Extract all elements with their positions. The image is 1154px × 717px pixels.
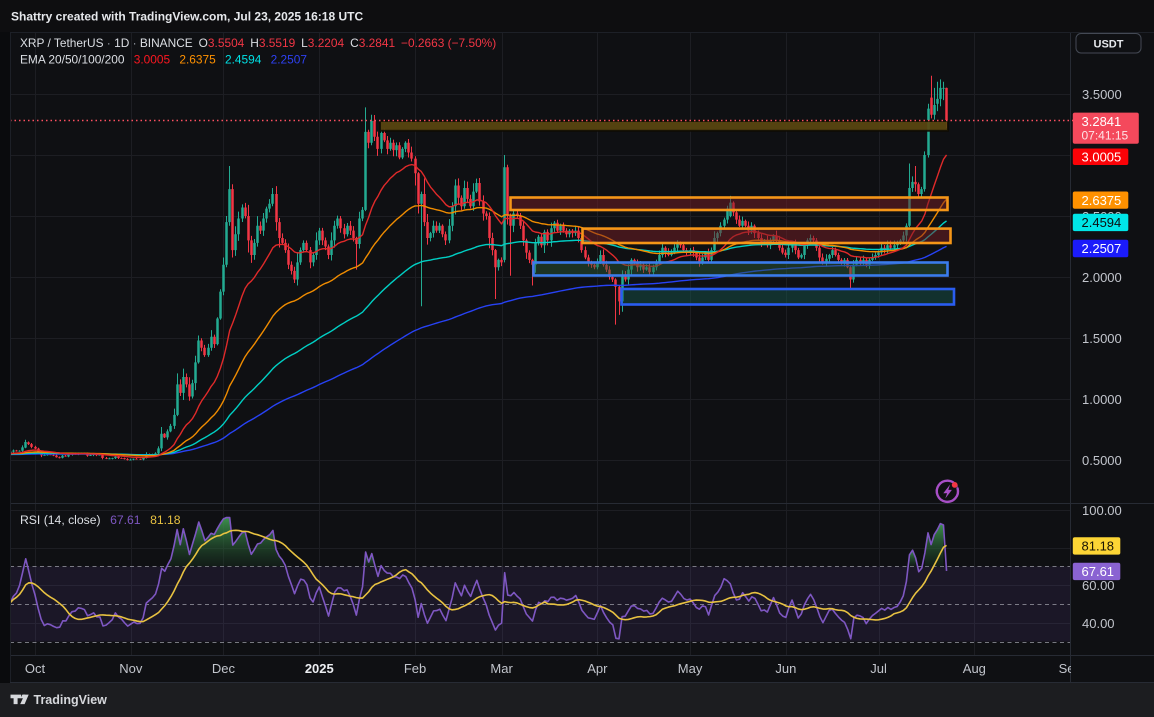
svg-text:3.0005: 3.0005 (1082, 149, 1122, 164)
svg-text:Feb: Feb (404, 661, 426, 676)
svg-text:Mar: Mar (490, 661, 513, 676)
svg-text:Jul: Jul (870, 661, 887, 676)
svg-text:3.5000: 3.5000 (1082, 87, 1122, 102)
svg-text:Shattry created with TradingVi: Shattry created with TradingView.com, Ju… (11, 10, 363, 24)
svg-text:0.5000: 0.5000 (1082, 453, 1122, 468)
svg-text:2.0000: 2.0000 (1082, 270, 1122, 285)
svg-text:Dec: Dec (212, 661, 236, 676)
svg-text:Jun: Jun (775, 661, 796, 676)
svg-text:07:41:15: 07:41:15 (1082, 129, 1129, 143)
svg-text:100.00: 100.00 (1082, 503, 1122, 518)
svg-text:Apr: Apr (587, 661, 608, 676)
svg-text:Aug: Aug (963, 661, 986, 676)
svg-text:EMA 20/50/100/200 3.0005 2.6: EMA 20/50/100/200 3.0005 2.6375 2.4594 2… (20, 53, 307, 67)
svg-text:Oct: Oct (25, 661, 46, 676)
svg-text:TradingView: TradingView (34, 693, 108, 707)
svg-text:May: May (678, 661, 703, 676)
svg-text:67.61: 67.61 (1082, 564, 1115, 579)
svg-text:RSI (14, close) 67.61 81.18: RSI (14, close) 67.61 81.18 (20, 513, 181, 527)
svg-text:60.00: 60.00 (1082, 578, 1115, 593)
svg-text:Nov: Nov (119, 661, 143, 676)
svg-text:USDT: USDT (1094, 39, 1124, 51)
svg-text:XRP / TetherUS · 1D · BINANCE: XRP / TetherUS · 1D · BINANCE O3.5504 H3… (20, 36, 496, 50)
svg-text:81.18: 81.18 (1082, 539, 1115, 554)
svg-text:2.6375: 2.6375 (1082, 193, 1122, 208)
svg-text:3.2841: 3.2841 (1082, 114, 1122, 129)
svg-text:2025: 2025 (305, 661, 334, 676)
svg-text:1.5000: 1.5000 (1082, 331, 1122, 346)
svg-text:2.4594: 2.4594 (1082, 215, 1122, 230)
svg-text:40.00: 40.00 (1082, 616, 1115, 631)
svg-text:1.0000: 1.0000 (1082, 392, 1122, 407)
svg-text:2.2507: 2.2507 (1082, 241, 1122, 256)
